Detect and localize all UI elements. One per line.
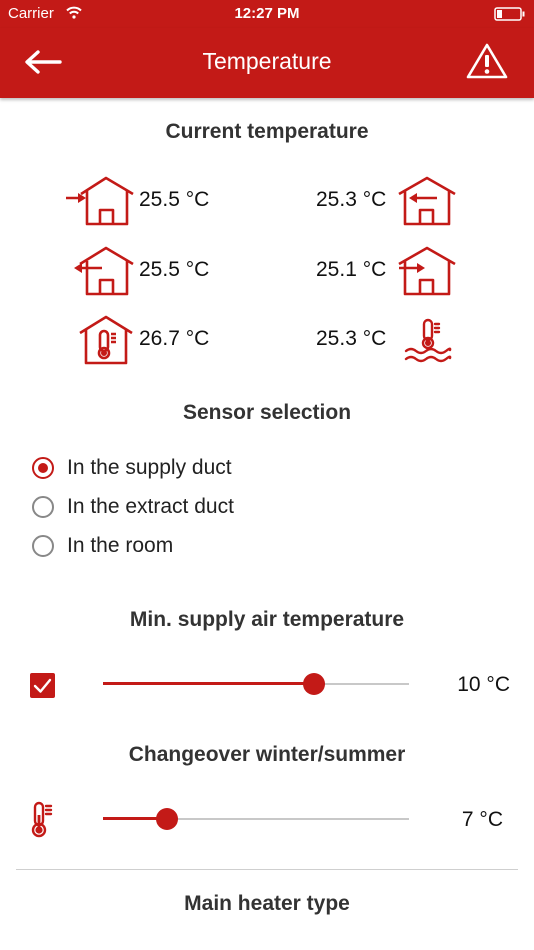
checkmark-icon — [33, 678, 52, 693]
supply-air-in-icon — [398, 246, 456, 296]
changeover-value: 7 °C — [461, 808, 503, 831]
radio-label: In the room — [67, 534, 174, 557]
radio-label: In the extract duct — [67, 495, 234, 518]
exhaust-air-out-icon — [74, 246, 134, 296]
thermometer-icon — [31, 801, 53, 838]
changeover-title: Changeover winter/summer — [128, 743, 406, 766]
min-supply-slider[interactable] — [103, 672, 409, 696]
radio-button[interactable] — [32, 496, 54, 518]
status-bar: Carrier 12:27 PM — [0, 0, 534, 28]
current-temperature-title: Current temperature — [165, 120, 369, 143]
navigation-bar: Temperature — [0, 28, 534, 98]
temperature-value: 25.3 °C — [316, 327, 387, 350]
water-thermometer-icon — [404, 318, 452, 363]
radio-room[interactable]: In the room — [32, 531, 173, 561]
temperature-value: 25.5 °C — [139, 258, 210, 281]
warning-triangle-icon — [466, 43, 508, 79]
slider-fill — [103, 682, 315, 685]
room-thermometer-icon — [79, 315, 133, 365]
clock: 12:27 PM — [234, 5, 300, 22]
temperature-value: 26.7 °C — [139, 327, 210, 350]
radio-button[interactable] — [32, 535, 54, 557]
sensor-selection-title: Sensor selection — [182, 401, 352, 424]
extract-air-in-icon — [398, 176, 456, 226]
temperature-value: 25.1 °C — [316, 258, 387, 281]
min-supply-air-title: Min. supply air temperature — [129, 608, 405, 631]
main-heater-title: Main heater type — [184, 892, 350, 915]
radio-supply-duct[interactable]: In the supply duct — [32, 453, 232, 483]
temperature-value: 25.5 °C — [139, 188, 210, 211]
outdoor-air-intake-icon — [66, 176, 134, 226]
page-title: Temperature — [202, 48, 332, 74]
min-supply-checkbox[interactable] — [30, 673, 55, 698]
slider-thumb[interactable] — [156, 808, 179, 830]
radio-extract-duct[interactable]: In the extract duct — [32, 492, 234, 522]
warning-button[interactable] — [466, 42, 508, 80]
battery-icon — [494, 7, 525, 21]
radio-label: In the supply duct — [67, 456, 232, 479]
temperature-value: 25.3 °C — [316, 188, 387, 211]
radio-button-selected[interactable] — [32, 457, 54, 479]
divider — [16, 869, 518, 870]
slider-thumb[interactable] — [303, 673, 326, 695]
changeover-slider[interactable] — [103, 807, 409, 831]
min-supply-value: 10 °C — [457, 673, 510, 696]
